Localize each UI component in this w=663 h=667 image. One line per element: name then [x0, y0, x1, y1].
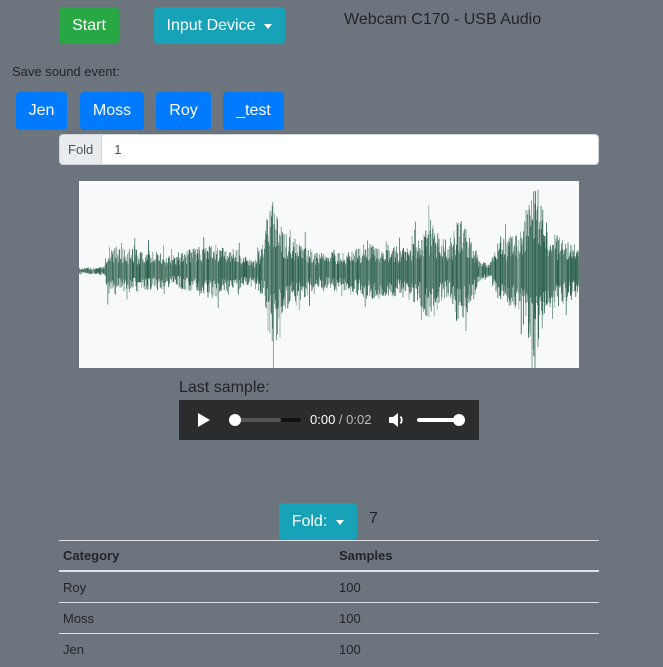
save-roy-button[interactable]: Roy	[156, 92, 211, 130]
cell-category: Moss	[59, 602, 335, 634]
input-device-dropdown[interactable]: Input Device	[154, 7, 285, 44]
header-category: Category	[59, 540, 335, 572]
save-moss-button[interactable]: Moss	[80, 92, 144, 130]
duration: 0:02	[346, 412, 372, 427]
last-sample-label: Last sample:	[179, 379, 270, 396]
samples-table: Category Samples Roy 100 Moss 100 Jen 10…	[59, 540, 599, 664]
fold-addon-label: Fold	[60, 135, 103, 164]
volume-icon[interactable]	[388, 412, 406, 428]
waveform-canvas	[79, 181, 579, 368]
header-samples: Samples	[335, 540, 599, 572]
fold-value: 7	[369, 510, 378, 527]
table-header-row: Category Samples	[59, 540, 599, 572]
fold-dropdown[interactable]: Fold:	[279, 503, 357, 540]
selected-device-name: Webcam C170 - USB Audio	[344, 11, 542, 28]
fold-dropdown-label: Fold:	[291, 512, 328, 530]
cell-samples: 100	[335, 633, 599, 664]
cell-category: Roy	[59, 570, 335, 603]
audio-player: 0:00 / 0:02	[179, 400, 479, 440]
input-device-label: Input Device	[166, 16, 256, 34]
table-row: Jen 100	[59, 633, 599, 664]
time-display: 0:00 / 0:02	[310, 412, 371, 427]
table-row: Moss 100	[59, 602, 599, 634]
time-separator: /	[335, 412, 347, 427]
start-button[interactable]: Start	[59, 7, 119, 44]
cell-samples: 100	[335, 570, 599, 603]
current-time: 0:00	[310, 412, 336, 427]
seek-handle[interactable]	[229, 414, 241, 426]
table-row: Roy 100	[59, 570, 599, 603]
save-test-button[interactable]: _test	[223, 92, 284, 130]
waveform-lines	[79, 189, 579, 368]
volume-handle[interactable]	[453, 414, 465, 426]
caret-down-icon	[264, 24, 273, 29]
cell-category: Jen	[59, 633, 335, 664]
volume-slider[interactable]	[417, 414, 465, 426]
play-icon[interactable]	[198, 413, 210, 427]
fold-input[interactable]	[102, 135, 598, 164]
cell-samples: 100	[335, 602, 599, 634]
save-jen-button[interactable]: Jen	[16, 92, 67, 130]
caret-down-icon	[336, 520, 345, 525]
save-sound-event-label: Save sound event:	[12, 64, 120, 79]
fold-input-group: Fold	[59, 134, 599, 165]
seek-slider[interactable]	[229, 414, 301, 426]
